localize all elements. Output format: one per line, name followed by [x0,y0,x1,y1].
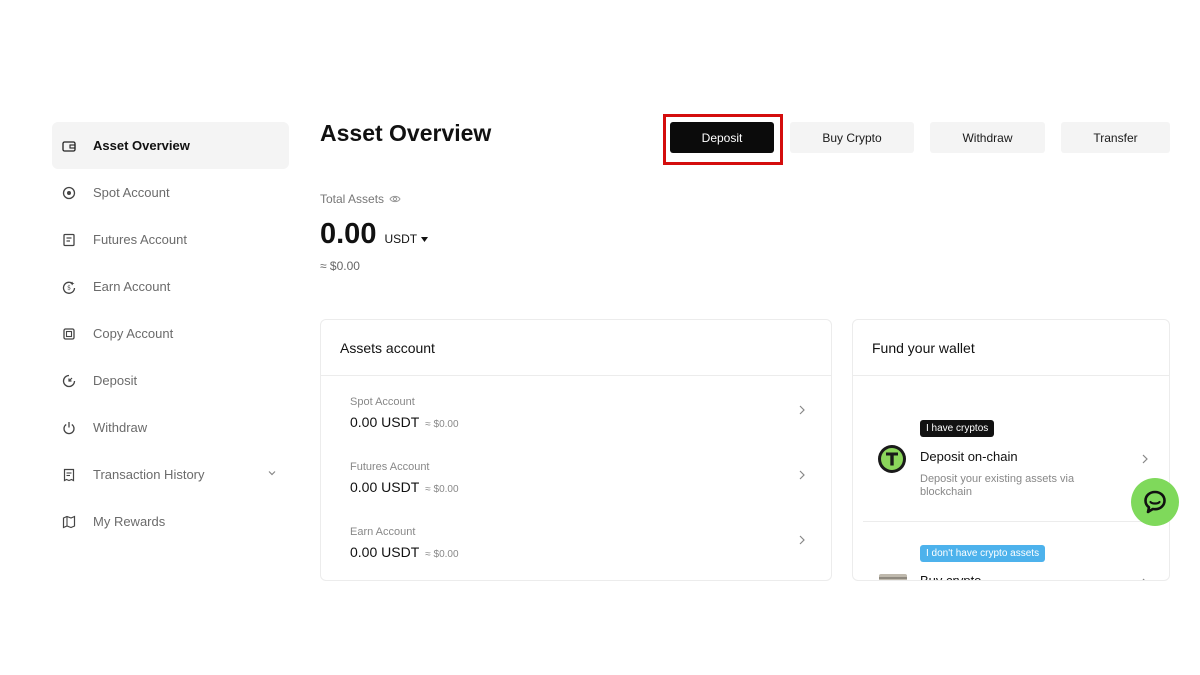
have-cryptos-badge: I have cryptos [920,420,995,437]
account-row-futures[interactable]: Futures Account 0.00 USDT ≈ $0.00 [350,461,806,511]
svg-text:$: $ [67,284,71,291]
chat-icon [1144,490,1166,514]
action-toolbar: Deposit Buy Crypto Withdraw Transfer [670,122,1170,153]
buy-crypto-title: Buy crypto [920,573,982,581]
chat-support-button[interactable] [1131,478,1179,526]
transfer-button[interactable]: Transfer [1061,122,1170,153]
sidebar-item-copy-account[interactable]: Copy Account [52,310,289,357]
sidebar: Asset Overview Spot Account Futures Acco… [52,122,289,545]
eye-icon[interactable] [389,193,401,205]
chevron-right-icon[interactable] [1141,453,1149,465]
account-amount: 0.00 USDT ≈ $0.00 [350,544,806,560]
rewards-icon [62,515,76,529]
target-icon [62,186,76,200]
sidebar-item-label: My Rewards [93,514,166,529]
account-name: Futures Account [350,461,430,473]
power-icon [62,421,76,435]
total-assets-number: 0.00 [320,218,377,250]
buy-crypto-button[interactable]: Buy Crypto [790,122,914,153]
document-icon [62,233,76,247]
account-name: Earn Account [350,526,416,538]
sidebar-item-earn-account[interactable]: $ Earn Account [52,263,289,310]
currency-label: USDT [384,232,418,246]
sidebar-item-deposit[interactable]: Deposit [52,357,289,404]
account-value: 0.00 USDT [350,544,420,560]
account-amount: 0.00 USDT ≈ $0.00 [350,479,806,495]
sidebar-item-label: Asset Overview [93,138,190,153]
account-row-earn[interactable]: Earn Account 0.00 USDT ≈ $0.00 [350,526,806,576]
sidebar-item-label: Deposit [93,373,138,388]
sidebar-item-asset-overview[interactable]: Asset Overview [52,122,289,169]
sidebar-item-label: Withdraw [93,420,148,435]
card-icon [879,574,907,580]
divider [863,521,1159,522]
page-title: Asset Overview [320,120,492,146]
account-name: Spot Account [350,396,415,408]
total-assets-text: Total Assets [320,192,385,206]
account-usd: ≈ $0.00 [425,549,459,560]
total-assets-value: 0.00 USDT [320,218,429,251]
deposit-onchain-description: Deposit your existing assets via blockch… [920,473,1075,498]
chevron-right-icon[interactable] [798,469,806,481]
assets-account-title: Assets account [321,320,831,376]
sidebar-item-withdraw[interactable]: Withdraw [52,404,289,451]
sidebar-item-spot-account[interactable]: Spot Account [52,169,289,216]
asset-overview-page: Asset Overview Spot Account Futures Acco… [0,0,1200,675]
deposit-onchain-title: Deposit on-chain [920,449,1018,464]
receipt-icon [62,468,76,482]
sidebar-item-label: Copy Account [93,326,174,341]
wallet-icon [62,139,76,153]
sidebar-item-label: Transaction History [93,467,205,482]
sidebar-item-transaction-history[interactable]: Transaction History [52,451,289,498]
chevron-right-icon[interactable] [1141,577,1149,581]
deposit-icon [62,374,76,388]
deposit-button[interactable]: Deposit [670,122,774,153]
sidebar-item-futures-account[interactable]: Futures Account [52,216,289,263]
account-usd: ≈ $0.00 [425,419,459,430]
fund-wallet-card: Fund your wallet I have cryptos Deposit … [852,319,1170,581]
assets-account-card: Assets account Spot Account 0.00 USDT ≈ … [320,319,832,581]
tether-icon [878,445,906,473]
no-crypto-badge: I don't have crypto assets [920,545,1046,562]
sidebar-item-label: Futures Account [93,232,187,247]
caret-down-icon [421,236,429,242]
withdraw-button[interactable]: Withdraw [930,122,1045,153]
sidebar-item-label: Earn Account [93,279,171,294]
account-value: 0.00 USDT [350,479,420,495]
fund-wallet-title: Fund your wallet [853,320,1169,376]
chevron-down-icon[interactable] [267,468,277,478]
sidebar-item-label: Spot Account [93,185,170,200]
earn-icon: $ [62,280,76,294]
total-assets-usd: ≈ $0.00 [320,259,360,273]
account-usd: ≈ $0.00 [425,484,459,495]
chevron-right-icon[interactable] [798,534,806,546]
account-value: 0.00 USDT [350,414,420,430]
chevron-right-icon[interactable] [798,404,806,416]
copy-icon [62,327,76,341]
currency-selector[interactable]: USDT [384,232,429,246]
account-row-spot[interactable]: Spot Account 0.00 USDT ≈ $0.00 [350,396,806,446]
sidebar-item-my-rewards[interactable]: My Rewards [52,498,289,545]
account-amount: 0.00 USDT ≈ $0.00 [350,414,806,430]
total-assets-label: Total Assets [320,192,401,206]
